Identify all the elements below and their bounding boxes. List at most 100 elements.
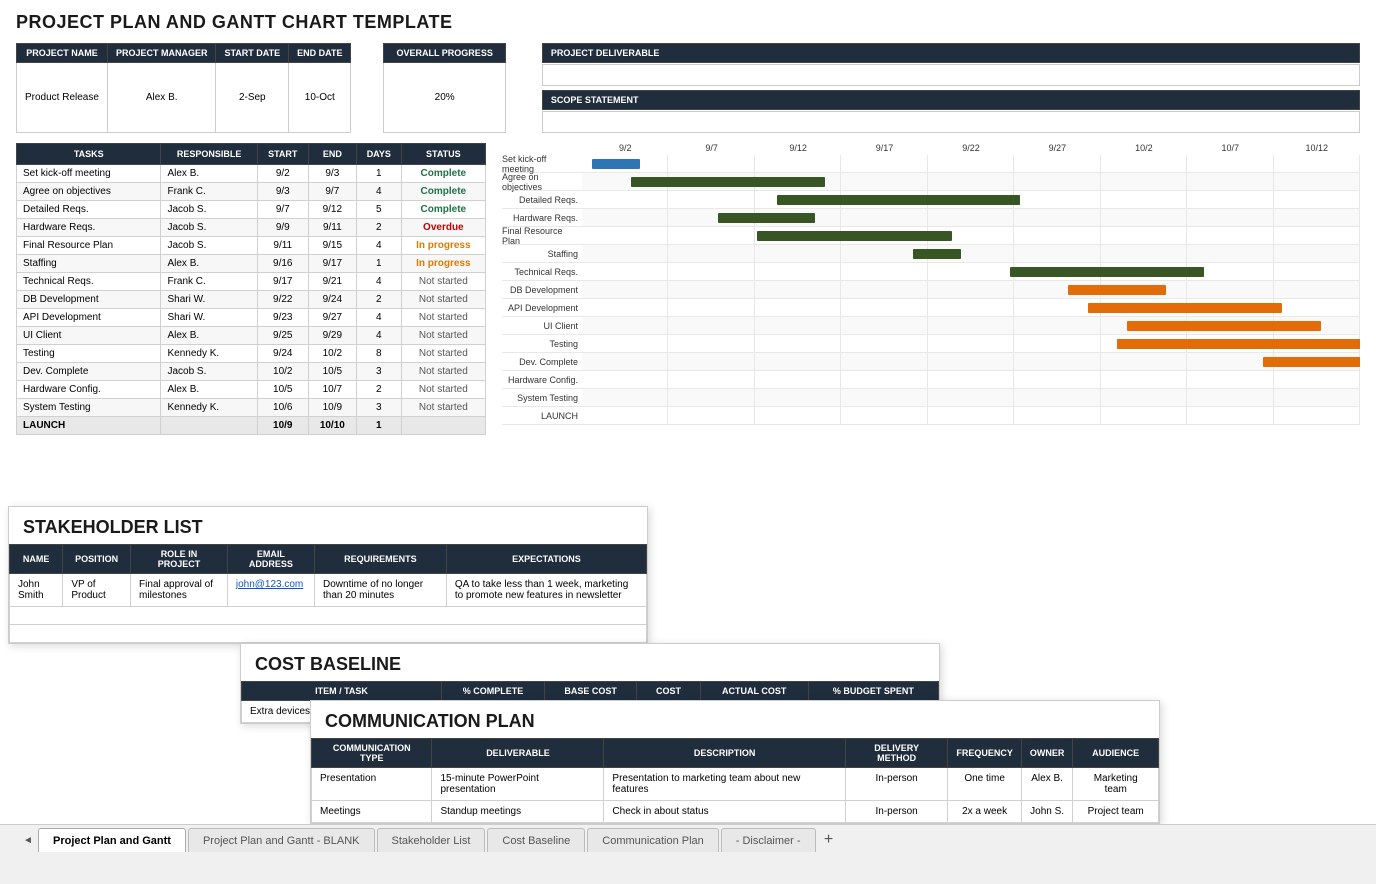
gantt-cell: [1101, 227, 1187, 244]
task-name: Final Resource Plan: [17, 237, 161, 255]
gantt-cell: [668, 191, 754, 208]
comm-desc-1: Presentation to marketing team about new…: [604, 768, 846, 801]
sh-email[interactable]: john@123.com: [227, 574, 314, 607]
comm-col-owner: OWNER: [1021, 739, 1073, 768]
scope-content: [542, 111, 1360, 133]
gantt-cell: [1274, 191, 1360, 208]
task-end: 9/29: [308, 327, 356, 345]
gantt-bar: [1117, 339, 1360, 349]
task-end: 9/11: [308, 219, 356, 237]
start-date-value: 2-Sep: [216, 63, 289, 133]
gantt-cell: [582, 317, 668, 334]
task-end: 9/17: [308, 255, 356, 273]
tasks-table: TASKS RESPONSIBLE START END DAYS STATUS …: [16, 143, 486, 435]
tab-communication-plan[interactable]: Communication Plan: [587, 828, 719, 852]
stakeholder-card: STAKEHOLDER LIST NAME POSITION ROLE IN P…: [8, 506, 648, 644]
sh-col-requirements: REQUIREMENTS: [315, 545, 447, 574]
gantt-cell: [755, 263, 841, 280]
task-status: In progress: [401, 255, 485, 273]
gantt-row: [582, 389, 1360, 407]
gantt-cell: [841, 317, 927, 334]
gantt-cell: [755, 155, 841, 172]
task-start: 9/9: [257, 219, 308, 237]
gantt-cell: [582, 209, 668, 226]
gantt-cell: [841, 371, 927, 388]
gantt-cell: [1187, 245, 1273, 262]
stakeholder-table: NAME POSITION ROLE IN PROJECT EMAIL ADDR…: [9, 544, 647, 643]
sh-email-link[interactable]: john@123.com: [236, 579, 303, 590]
task-start: 9/22: [257, 291, 308, 309]
task-status: Not started: [401, 363, 485, 381]
comm-col-deliverable: DELIVERABLE: [432, 739, 604, 768]
tab-add-button[interactable]: +: [818, 829, 840, 851]
tab-cost-baseline[interactable]: Cost Baseline: [487, 828, 585, 852]
gantt-cell: [1187, 281, 1273, 298]
end-date-value: 10-Oct: [289, 63, 351, 133]
task-status: [401, 417, 485, 435]
gantt-cell: [668, 299, 754, 316]
gantt-cell: [755, 299, 841, 316]
sh-col-position: POSITION: [63, 545, 131, 574]
gantt-cell: [668, 281, 754, 298]
gantt-cell: [1274, 389, 1360, 406]
tab---disclaimer--[interactable]: - Disclaimer -: [721, 828, 816, 852]
sh-expectations: QA to take less than 1 week, marketing t…: [446, 574, 646, 607]
comm-col-frequency: FREQUENCY: [948, 739, 1022, 768]
gantt-cell: [928, 407, 1014, 424]
task-responsible: Alex B.: [161, 165, 257, 183]
tab-arrow-left[interactable]: ◄: [20, 829, 36, 851]
gantt-cell: [1187, 389, 1273, 406]
task-end: 10/5: [308, 363, 356, 381]
comm-method-1: In-person: [845, 768, 947, 801]
gantt-bar: [1088, 303, 1283, 313]
gantt-row: [582, 353, 1360, 371]
gantt-cell: [755, 353, 841, 370]
gantt-label-row: Set kick-off meeting: [502, 155, 582, 173]
gantt-date-label: 9/12: [755, 143, 841, 153]
gantt-cell: [1101, 245, 1187, 262]
comm-audience-1: Marketing team: [1073, 768, 1159, 801]
gantt-cell: [841, 353, 927, 370]
right-info: PROJECT DELIVERABLE SCOPE STATEMENT: [542, 43, 1360, 133]
gantt-bar: [718, 213, 815, 223]
gantt-cell: [928, 281, 1014, 298]
gantt-bar: [631, 177, 826, 187]
col-end-date: END DATE: [289, 44, 351, 63]
col-project-manager: PROJECT MANAGER: [107, 44, 216, 63]
task-name: Set kick-off meeting: [17, 165, 161, 183]
gantt-cell: [1101, 191, 1187, 208]
gantt-bar: [1263, 357, 1360, 367]
task-start: 10/2: [257, 363, 308, 381]
task-status: Complete: [401, 183, 485, 201]
gantt-cell: [1187, 173, 1273, 190]
gantt-label-row: Hardware Reqs.: [502, 209, 582, 227]
table-row: LAUNCH 10/9 10/10 1: [17, 417, 486, 435]
gantt-row: [582, 299, 1360, 317]
task-start: 9/16: [257, 255, 308, 273]
gantt-cell: [928, 371, 1014, 388]
task-responsible: Shari W.: [161, 291, 257, 309]
sh-name: John Smith: [10, 574, 63, 607]
task-responsible: Alex B.: [161, 381, 257, 399]
cost-col-item: ITEM / TASK: [242, 682, 442, 701]
gantt-cell: [755, 371, 841, 388]
task-status: Not started: [401, 291, 485, 309]
tab-stakeholder-list[interactable]: Stakeholder List: [377, 828, 486, 852]
task-status: Complete: [401, 165, 485, 183]
gantt-cell: [1274, 299, 1360, 316]
task-responsible: Shari W.: [161, 309, 257, 327]
gantt-cell: [1274, 173, 1360, 190]
gantt-cell: [841, 281, 927, 298]
middle-section: TASKS RESPONSIBLE START END DAYS STATUS …: [16, 143, 1360, 435]
task-name: System Testing: [17, 399, 161, 417]
comm-type-2: Meetings: [312, 801, 432, 823]
gantt-date-label: 9/27: [1014, 143, 1100, 153]
task-days: 1: [356, 165, 401, 183]
cost-col-budget: % BUDGET SPENT: [808, 682, 938, 701]
tab-project-plan-and-gantt[interactable]: Project Plan and Gantt: [38, 828, 186, 852]
gantt-row: [582, 245, 1360, 263]
task-name: Dev. Complete: [17, 363, 161, 381]
tab-project-plan-and-gantt---blank[interactable]: Project Plan and Gantt - BLANK: [188, 828, 375, 852]
task-name: Hardware Reqs.: [17, 219, 161, 237]
gantt-body: Set kick-off meetingAgree on objectivesD…: [502, 155, 1360, 425]
